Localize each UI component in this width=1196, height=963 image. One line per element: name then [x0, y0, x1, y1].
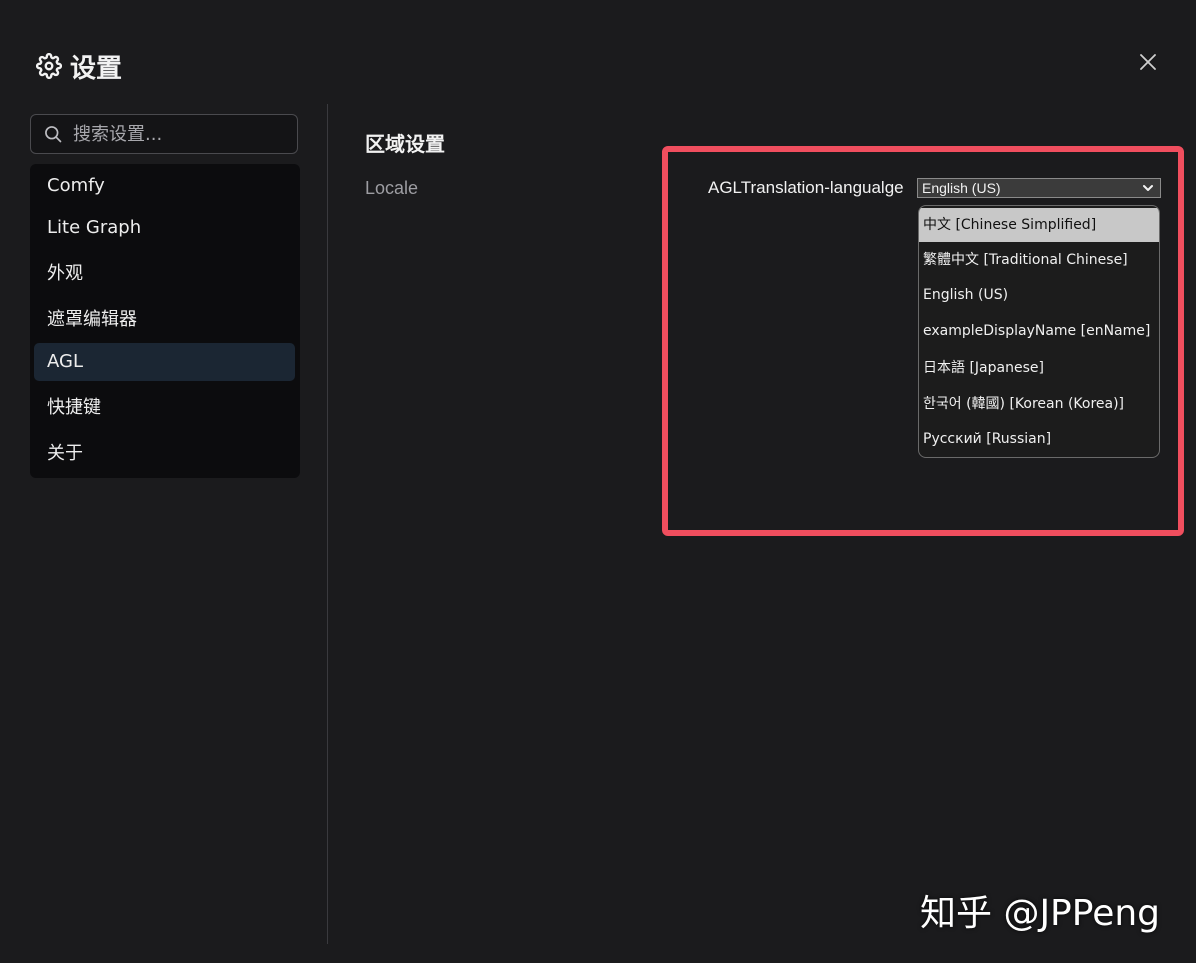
search-icon	[45, 126, 62, 143]
sidebar-item-comfy[interactable]: Comfy	[34, 167, 295, 205]
select-label: AGLTranslation-langualge	[708, 178, 904, 197]
select-value: English (US)	[922, 180, 1001, 196]
sidebar-nav: Comfy Lite Graph 外观 遮罩编辑器 AGL 快捷键 关于	[30, 164, 300, 478]
option-example-display-name[interactable]: exampleDisplayName [enName]	[919, 314, 1159, 348]
setting-label-locale: Locale	[365, 178, 419, 198]
settings-dialog: 设置 Comfy Lite Graph 外观 遮罩编辑器 AGL 快捷键 关于 …	[0, 0, 1196, 963]
panel-divider	[327, 104, 328, 944]
sidebar-item-appearance[interactable]: 外观	[34, 255, 295, 293]
dialog-header: 设置	[36, 48, 122, 84]
sidebar-item-shortcuts[interactable]: 快捷键	[34, 389, 295, 427]
section-title: 区域设置	[365, 132, 445, 156]
watermark: 知乎 @JPPeng	[920, 893, 1161, 934]
search-input[interactable]	[71, 122, 295, 146]
option-traditional-chinese[interactable]: 繁體中文 [Traditional Chinese]	[919, 243, 1159, 277]
gear-icon	[36, 53, 62, 79]
option-chinese-simplified[interactable]: 中文 [Chinese Simplified]	[919, 208, 1159, 242]
close-icon[interactable]	[1136, 50, 1160, 74]
sidebar-item-lite-graph[interactable]: Lite Graph	[34, 209, 295, 247]
sidebar-item-agl[interactable]: AGL	[34, 343, 295, 381]
language-select[interactable]: English (US)	[917, 178, 1161, 198]
option-english-us[interactable]: English (US)	[919, 278, 1159, 312]
language-dropdown: 中文 [Chinese Simplified] 繁體中文 [Traditiona…	[918, 205, 1160, 458]
option-japanese[interactable]: 日本語 [Japanese]	[919, 351, 1159, 385]
option-russian[interactable]: Русский [Russian]	[919, 422, 1159, 456]
option-korean[interactable]: 한국어 (韓國) [Korean (Korea)]	[919, 387, 1159, 421]
sidebar-item-about[interactable]: 关于	[34, 435, 295, 473]
search-box[interactable]	[30, 114, 298, 154]
chevron-down-icon	[1143, 185, 1153, 191]
dialog-title: 设置	[70, 53, 123, 84]
sidebar-item-mask-editor[interactable]: 遮罩编辑器	[34, 301, 295, 339]
